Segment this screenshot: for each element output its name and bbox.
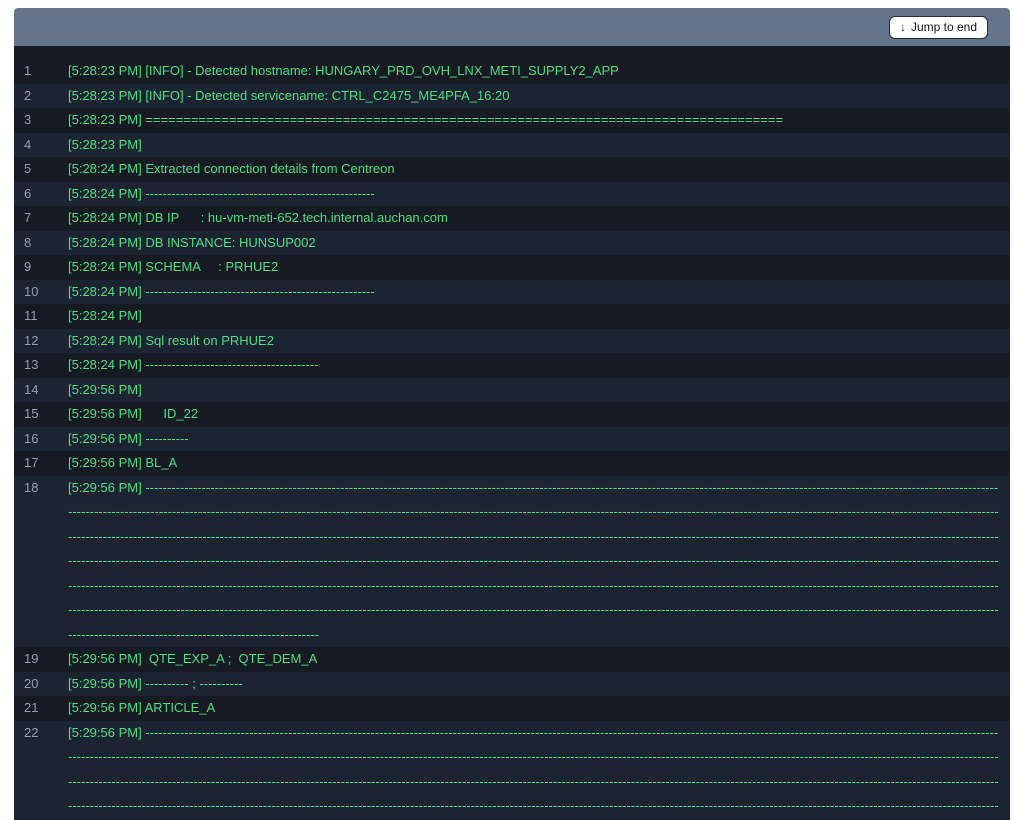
log-line: 22 [5:29:56 PM] ------------------------… — [14, 721, 1010, 820]
line-text: [5:28:24 PM] SCHEMA : PRHUE2 — [68, 255, 1010, 280]
log-line: 16 [5:29:56 PM] ---------- — [14, 427, 1010, 452]
log-line: 4 [5:28:23 PM] — [14, 133, 1010, 158]
line-number: 21 — [14, 696, 68, 721]
line-text: [5:29:56 PM] — [68, 378, 1010, 403]
log-line: 2 [5:28:23 PM] [INFO] - Detected service… — [14, 84, 1010, 109]
line-number: 4 — [14, 133, 68, 158]
line-text: [5:28:24 PM] ---------------------------… — [68, 280, 1010, 305]
line-text: [5:28:24 PM] DB INSTANCE: HUNSUP002 — [68, 231, 1010, 256]
jump-to-end-button[interactable]: ↓ Jump to end — [889, 16, 988, 39]
log-line: 7 [5:28:24 PM] DB IP : hu-vm-meti-652.te… — [14, 206, 1010, 231]
jump-to-end-label: Jump to end — [911, 19, 977, 35]
line-number: 19 — [14, 647, 68, 672]
log-line: 14 [5:29:56 PM] — [14, 378, 1010, 403]
line-text: [5:28:23 PM] ===========================… — [68, 108, 1010, 133]
log-line: 17 [5:29:56 PM] BL_A — [14, 451, 1010, 476]
line-number: 11 — [14, 304, 68, 329]
line-number: 3 — [14, 108, 68, 133]
line-number: 1 — [14, 59, 68, 84]
log-line: 21 [5:29:56 PM] ARTICLE_A — [14, 696, 1010, 721]
line-text: [5:28:23 PM] — [68, 133, 1010, 158]
log-line: 3 [5:28:23 PM] =========================… — [14, 108, 1010, 133]
line-number: 5 — [14, 157, 68, 182]
log-line: 10 [5:28:24 PM] ------------------------… — [14, 280, 1010, 305]
line-number: 15 — [14, 402, 68, 427]
log-line: 12 [5:28:24 PM] Sql result on PRHUE2 — [14, 329, 1010, 354]
log-line: 13 [5:28:24 PM] ------------------------… — [14, 353, 1010, 378]
log-line: 9 [5:28:24 PM] SCHEMA : PRHUE2 — [14, 255, 1010, 280]
log-line: 20 [5:29:56 PM] ---------- ; ---------- — [14, 672, 1010, 697]
log-line: 11 [5:28:24 PM] — [14, 304, 1010, 329]
down-arrow-icon: ↓ — [900, 19, 906, 35]
line-number: 10 — [14, 280, 68, 305]
line-text: [5:29:56 PM] ---------- — [68, 427, 1010, 452]
log-line: 8 [5:28:24 PM] DB INSTANCE: HUNSUP002 — [14, 231, 1010, 256]
line-text: [5:29:56 PM] ARTICLE_A — [68, 696, 1010, 721]
line-text: [5:28:23 PM] [INFO] - Detected servicena… — [68, 84, 1010, 109]
log-line: 18 [5:29:56 PM] ------------------------… — [14, 476, 1010, 648]
log-header: ↓ Jump to end — [14, 8, 1010, 46]
log-output[interactable]: 1 [5:28:23 PM] [INFO] - Detected hostnam… — [14, 46, 1010, 820]
log-line: 1 [5:28:23 PM] [INFO] - Detected hostnam… — [14, 59, 1010, 84]
line-number: 17 — [14, 451, 68, 476]
line-number: 13 — [14, 353, 68, 378]
line-number: 22 — [14, 721, 68, 820]
line-text: [5:28:23 PM] [INFO] - Detected hostname:… — [68, 59, 1010, 84]
log-line: 5 [5:28:24 PM] Extracted connection deta… — [14, 157, 1010, 182]
line-text: [5:29:56 PM] ID_22 — [68, 402, 1010, 427]
line-text: [5:28:24 PM] ---------------------------… — [68, 353, 1010, 378]
line-number: 16 — [14, 427, 68, 452]
line-text: [5:28:24 PM] — [68, 304, 1010, 329]
log-panel: ↓ Jump to end 1 [5:28:23 PM] [INFO] - De… — [14, 8, 1010, 820]
line-number: 9 — [14, 255, 68, 280]
line-number: 18 — [14, 476, 68, 648]
line-text: [5:29:56 PM] ---------- ; ---------- — [68, 672, 1010, 697]
line-text: [5:28:24 PM] Sql result on PRHUE2 — [68, 329, 1010, 354]
line-text: [5:29:56 PM] ---------------------------… — [68, 476, 1010, 648]
line-number: 6 — [14, 182, 68, 207]
line-number: 20 — [14, 672, 68, 697]
log-line: 15 [5:29:56 PM] ID_22 — [14, 402, 1010, 427]
line-number: 12 — [14, 329, 68, 354]
line-number: 14 — [14, 378, 68, 403]
line-number: 7 — [14, 206, 68, 231]
log-line: 6 [5:28:24 PM] -------------------------… — [14, 182, 1010, 207]
line-text: [5:28:24 PM] ---------------------------… — [68, 182, 1010, 207]
line-number: 8 — [14, 231, 68, 256]
line-text: [5:29:56 PM] ---------------------------… — [68, 721, 1010, 820]
log-line: 19 [5:29:56 PM] QTE_EXP_A ; QTE_DEM_A — [14, 647, 1010, 672]
line-text: [5:28:24 PM] Extracted connection detail… — [68, 157, 1010, 182]
line-text: [5:28:24 PM] DB IP : hu-vm-meti-652.tech… — [68, 206, 1010, 231]
line-number: 2 — [14, 84, 68, 109]
line-text: [5:29:56 PM] QTE_EXP_A ; QTE_DEM_A — [68, 647, 1010, 672]
line-text: [5:29:56 PM] BL_A — [68, 451, 1010, 476]
